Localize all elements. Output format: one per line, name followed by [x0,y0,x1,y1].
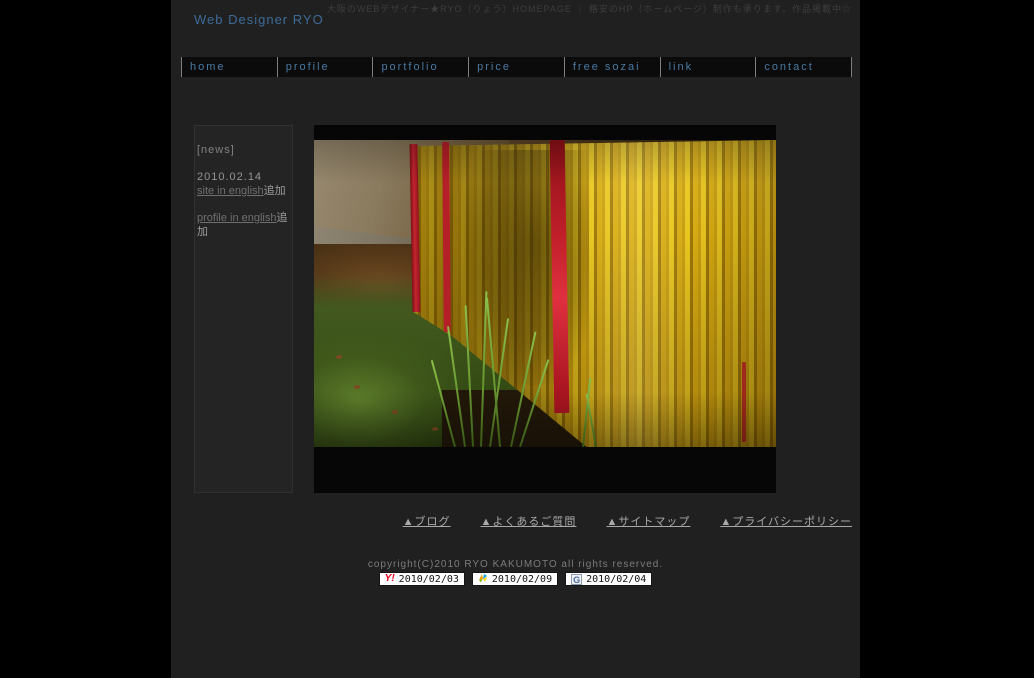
nav-item-link[interactable]: link [659,57,756,77]
badge-date: 2010/02/03 [398,573,459,585]
header-tagline: 大阪のWEBデザイナー★RYO（りょう）HOMEPAGE ｜ 格安のHP（ホーム… [326,4,852,14]
leaf-dot [354,385,360,389]
news-item: profile in english追加 [197,211,290,239]
footer-link-blog[interactable]: ▲ブログ [403,513,451,529]
google-icon: G [571,573,583,585]
main-photo-frame [314,125,776,493]
leaf-dot [336,355,342,359]
footer-link-sitemap[interactable]: ▲サイトマップ [606,513,690,529]
photo-red-drip [742,362,746,442]
footer-links: ▲ブログ ▲よくあるご質問 ▲サイトマップ ▲プライバシーポリシー [403,513,852,529]
nav-item-portfolio[interactable]: portfolio [372,57,469,77]
site-title: Web Designer RYO [194,12,324,27]
msn-rank-badge[interactable]: 2010/02/09 [471,570,559,588]
copyright-text: copyright(C)2010 RYO KAKUMOTO all rights… [367,559,664,570]
yahoo-rank-badge[interactable]: Y! 2010/02/03 [378,572,465,586]
leaf-dot [432,427,438,431]
leaf-dot [392,410,398,414]
badge-date: 2010/02/09 [491,573,553,585]
news-link-site-in-english[interactable]: site in english [197,185,264,197]
news-sidebar: [news] 2010.02.14 site in english追加 prof… [194,125,293,493]
footer-link-privacy-policy[interactable]: ▲プライバシーポリシー [720,513,852,529]
yahoo-icon: Y! [384,573,395,584]
nav-item-free-sozai[interactable]: free sozai [563,57,660,77]
content-column: 大阪のWEBデザイナー★RYO（りょう）HOMEPAGE ｜ 格安のHP（ホーム… [171,0,860,678]
badge-date: 2010/02/04 [586,573,647,585]
news-heading: [news] [197,144,235,156]
nav-item-contact[interactable]: contact [755,57,852,77]
news-item: site in english追加 [197,184,290,198]
main-nav: home profile portfolio price free sozai … [181,57,852,77]
google-rank-badge[interactable]: G 2010/02/04 [565,572,653,586]
rank-badges: Y! 2010/02/03 2010/02/09 G 2010/02/04 [171,572,860,586]
main-photo [314,140,776,447]
news-date: 2010.02.14 [197,171,263,183]
nav-item-profile[interactable]: profile [276,57,373,77]
news-note: 追加 [263,185,286,197]
msn-icon [478,570,488,588]
nav-item-price[interactable]: price [468,57,564,77]
nav-item-home[interactable]: home [181,57,277,77]
news-link-profile-in-english[interactable]: profile in english [197,212,277,224]
footer-link-faq[interactable]: ▲よくあるご質問 [481,513,577,529]
